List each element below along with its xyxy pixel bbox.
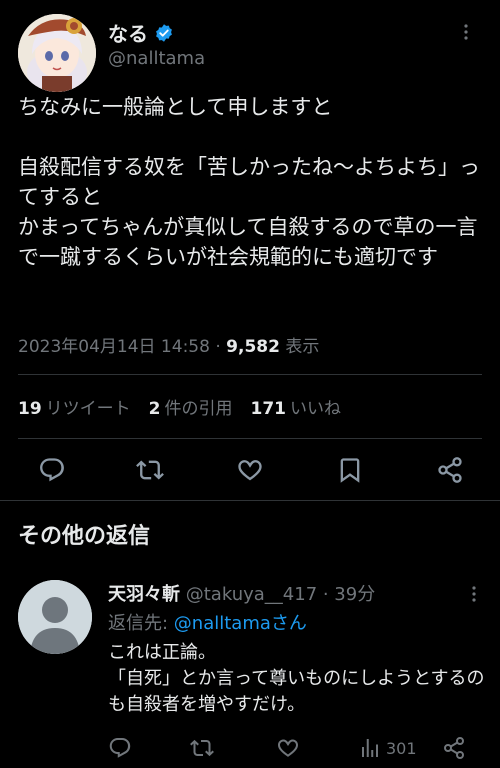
tweet-stats: 19 リツイート 2 件の引用 171 いいね	[18, 394, 341, 419]
verified-badge-icon	[156, 23, 172, 42]
reply-header: 天羽々斬 @takuya__417 · 39分	[108, 580, 375, 606]
divider	[18, 374, 482, 375]
retweet-icon	[190, 739, 214, 757]
reply-to-line: 返信先: @nalltamaさん	[108, 609, 307, 635]
tweet-action-bar	[0, 450, 500, 490]
tweet-text: ちなみに一般論として申しますと 自殺配信する奴を「苦しかったね〜よちよち」ってす…	[18, 95, 480, 269]
author-avatar[interactable]	[18, 14, 96, 92]
author-handle[interactable]: @nalltama	[108, 48, 205, 69]
replies-section-title: その他の返信	[18, 524, 151, 549]
quotes-count: 2	[148, 399, 161, 419]
reply-tweet[interactable]: 天羽々斬 @takuya__417 · 39分 返信先: @nalltamaさん…	[0, 568, 500, 768]
retweet-button[interactable]	[136, 456, 164, 484]
reply-time[interactable]: · 39分	[317, 584, 375, 605]
reply-more-options-icon[interactable]	[464, 584, 484, 604]
reply-text: これは正論。 「自死」とか言って尊いものにしようとするのも自殺者を増やすだけ。	[108, 642, 485, 715]
reply-to-mention[interactable]: @nalltamaさん	[174, 613, 307, 634]
retweets-label: リツイート	[45, 399, 131, 419]
reply-icon	[109, 738, 131, 758]
more-options-icon[interactable]	[456, 22, 476, 42]
author-avatar-image	[18, 14, 96, 92]
tweet-timestamp[interactable]: 2023年04月14日 14:58	[18, 337, 210, 357]
divider	[0, 500, 500, 501]
meta-separator: ·	[209, 337, 227, 357]
views-chart-icon	[362, 739, 378, 757]
quotes-label: 件の引用	[164, 399, 233, 419]
like-button[interactable]	[236, 456, 264, 484]
share-button[interactable]	[436, 456, 464, 484]
reply-views-button[interactable]: 301	[358, 736, 417, 760]
likes-count: 171	[250, 399, 287, 419]
reply-to-label: 返信先:	[108, 613, 174, 634]
divider	[18, 438, 482, 439]
likes-stat[interactable]: 171 いいね	[251, 394, 342, 419]
quotes-stat[interactable]: 2 件の引用	[149, 394, 233, 419]
retweets-stat[interactable]: 19 リツイート	[18, 394, 131, 419]
share-icon	[444, 737, 464, 759]
like-icon	[238, 460, 262, 481]
reply-like-button[interactable]	[276, 736, 300, 760]
tweet-header: なる @nalltama	[16, 12, 484, 92]
likes-label: いいね	[290, 399, 342, 419]
reply-action-bar: 301	[0, 734, 500, 764]
bookmark-button[interactable]	[336, 456, 364, 484]
reply-avatar[interactable]	[18, 580, 92, 654]
reply-share-button[interactable]	[442, 736, 466, 760]
author-name-text: なる	[108, 22, 148, 46]
reply-author-handle[interactable]: @takuya__417	[186, 584, 317, 605]
views-label: 表示	[279, 337, 320, 357]
reply-icon	[40, 458, 64, 482]
reply-button[interactable]	[38, 456, 66, 484]
author-name[interactable]: なる	[108, 18, 174, 47]
reply-author-name[interactable]: 天羽々斬	[108, 584, 180, 605]
share-icon	[438, 457, 462, 483]
reply-views-count: 301	[386, 738, 417, 758]
bookmark-icon	[340, 458, 360, 483]
tweet-meta: 2023年04月14日 14:58 · 9,582 表示	[18, 332, 319, 357]
like-icon	[278, 739, 298, 757]
reply-reply-button[interactable]	[108, 736, 132, 760]
reply-retweet-button[interactable]	[190, 736, 214, 760]
views-count: 9,582	[226, 337, 280, 357]
retweet-icon	[136, 460, 164, 480]
retweets-count: 19	[18, 399, 42, 419]
default-avatar-icon	[18, 580, 92, 654]
